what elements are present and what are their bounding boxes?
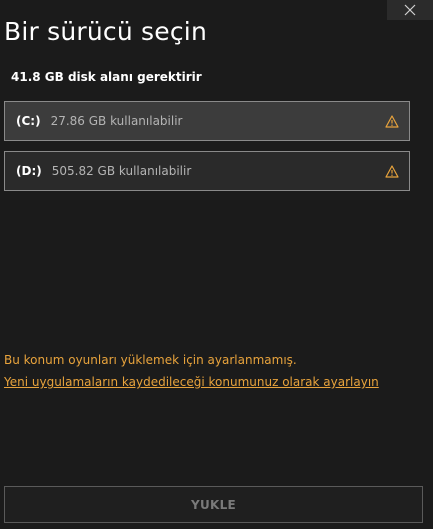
drive-free-space: 505.82 GB kullanılabilir [51, 164, 192, 178]
warning-icon [385, 165, 399, 178]
install-button[interactable]: YUKLE [4, 486, 423, 523]
close-button[interactable] [387, 0, 433, 20]
space-requirement: 41.8 GB disk alanı gerektirir [11, 70, 202, 84]
close-icon [404, 4, 416, 16]
warning-icon [385, 115, 399, 128]
drive-option-c[interactable]: (C:) 27.86 GB kullanılabilir [4, 101, 410, 141]
page-title: Bir sürücü seçin [4, 17, 207, 46]
set-default-location-link[interactable]: Yeni uygulamaların kaydedileceği konumun… [4, 375, 379, 389]
drive-letter: (D:) [16, 164, 42, 178]
drive-letter: (C:) [16, 114, 41, 128]
drive-option-d[interactable]: (D:) 505.82 GB kullanılabilir [4, 151, 410, 191]
location-notice: Bu konum oyunları yüklemek için ayarlanm… [4, 353, 297, 367]
drive-free-space: 27.86 GB kullanılabilir [50, 114, 183, 128]
